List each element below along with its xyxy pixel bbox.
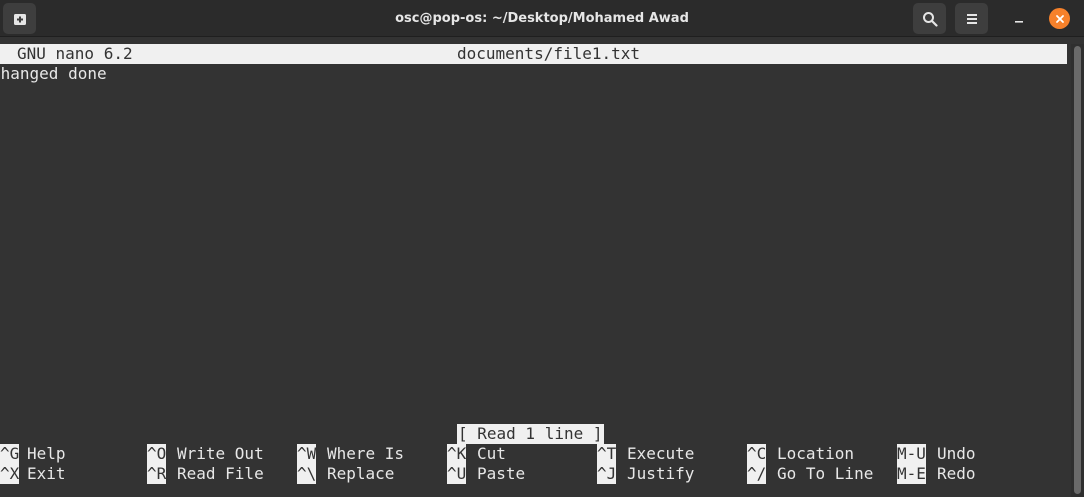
hamburger-menu-icon (965, 12, 979, 26)
close-icon (1055, 9, 1065, 28)
shortcut-key-read-file: ^R (147, 464, 167, 484)
shortcut-label-justify: Justify (627, 464, 695, 483)
search-button[interactable] (913, 3, 946, 34)
shortcut-key-replace: ^\ (297, 464, 317, 484)
terminal-area[interactable]: GNU nano 6.2 documents/file1.txt changed… (0, 37, 1084, 497)
shortcut-key-undo: M-U (897, 444, 926, 464)
shortcut-label-paste: Paste (477, 464, 526, 483)
nano-version: GNU nano 6.2 (17, 44, 133, 63)
window-titlebar: osc@pop-os: ~/Desktop/Mohamed Awad (0, 0, 1084, 37)
shortcut-label-undo: Undo (937, 444, 976, 463)
nano-filename: documents/file1.txt (457, 44, 641, 63)
shortcut-key-go-to-line: ^/ (747, 464, 767, 484)
shortcut-key-redo: M-E (897, 464, 926, 484)
minimize-icon (1013, 10, 1025, 29)
shortcut-label-exit: Exit (27, 464, 66, 483)
shortcut-key-help: ^G (0, 444, 20, 464)
minimize-button[interactable] (1008, 8, 1030, 30)
scrollbar-thumb[interactable] (1074, 46, 1081, 494)
status-message: [ Read 1 line ] (457, 424, 604, 444)
shortcut-label-where-is: Where Is (327, 444, 405, 463)
shortcut-label-write-out: Write Out (177, 444, 264, 463)
shortcut-label-read-file: Read File (177, 464, 264, 483)
editor-line[interactable]: changed done (0, 64, 107, 84)
shortcut-label-help: Help (27, 444, 66, 463)
shortcut-key-justify: ^J (597, 464, 617, 484)
shortcut-key-exit: ^X (0, 464, 20, 484)
shortcut-key-write-out: ^O (147, 444, 167, 464)
menu-button[interactable] (955, 3, 988, 34)
shortcut-label-replace: Replace (327, 464, 395, 483)
close-button[interactable] (1049, 8, 1070, 29)
shortcut-key-location: ^C (747, 444, 767, 464)
shortcut-key-where-is: ^W (297, 444, 317, 464)
search-icon (922, 11, 938, 27)
shortcut-label-execute: Execute (627, 444, 695, 463)
shortcut-label-go-to-line: Go To Line (777, 464, 874, 483)
shortcut-key-execute: ^T (597, 444, 617, 464)
shortcut-label-redo: Redo (937, 464, 976, 483)
nano-header-bar: GNU nano 6.2 documents/file1.txt (0, 44, 1067, 64)
shortcut-key-cut: ^K (447, 444, 467, 464)
shortcut-label-cut: Cut (477, 444, 506, 463)
shortcut-label-location: Location (777, 444, 855, 463)
shortcut-key-paste: ^U (447, 464, 467, 484)
